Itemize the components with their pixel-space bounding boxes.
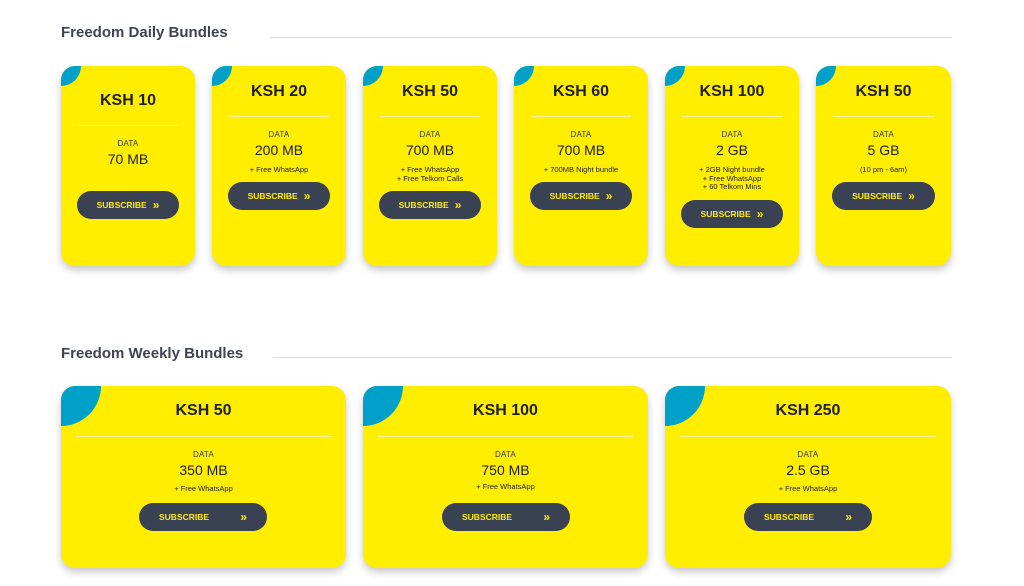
bundle-price: KSH 250 [775, 402, 841, 419]
double-chevron-right-icon: » [908, 189, 915, 203]
daily-section-divider [270, 37, 952, 38]
bundle-extra-item: + 700MB Night bundle [543, 165, 619, 174]
bundle-extras: + 2GB Night bundle + Free WhatsApp + 60 … [665, 165, 799, 192]
subscribe-button-label: SUBSCRIBE [549, 191, 600, 201]
bundle-extra-item: + Free Telkom Calls [396, 173, 464, 183]
bundle-extra-item: + Free WhatsApp [249, 165, 309, 174]
bundle-extras: + Free WhatsApp + Free Telkom Calls [363, 165, 497, 183]
subscribe-button[interactable]: SUBSCRIBE » [744, 503, 872, 531]
bundle-price: KSH 50 [855, 83, 912, 100]
subscribe-button[interactable]: SUBSCRIBE » [832, 182, 935, 210]
bundle-extras: + 700MB Night bundle [514, 165, 648, 175]
card-divider [380, 116, 480, 117]
card-divider [229, 116, 329, 117]
double-chevron-right-icon: » [543, 510, 550, 524]
double-chevron-right-icon: » [240, 510, 247, 524]
subscribe-button[interactable]: SUBSCRIBE » [681, 200, 783, 228]
double-chevron-right-icon: » [303, 189, 311, 203]
card-divider [680, 436, 936, 437]
data-label: DATA [419, 130, 441, 139]
data-label: DATA [117, 139, 139, 148]
data-label: DATA [873, 130, 894, 139]
double-chevron-right-icon: » [454, 198, 462, 212]
bundle-price: KSH 50 [175, 402, 232, 419]
weekly-bundle-card: KSH 100 DATA 750 MB + Free WhatsApp SUBS… [363, 386, 648, 568]
weekly-bundle-card: KSH 50 DATA 350 MB + Free WhatsApp SUBSC… [61, 386, 346, 568]
subscribe-button-label: SUBSCRIBE [852, 191, 903, 201]
bundle-extra-item: + Free WhatsApp [476, 482, 535, 491]
bundle-extra-item: + Free WhatsApp [778, 484, 838, 493]
bundle-extras: (10 pm - 6am) [816, 165, 951, 175]
data-label: DATA [721, 130, 743, 139]
card-divider [78, 125, 178, 126]
bundle-extras: + Free WhatsApp [61, 484, 346, 494]
data-amount: 750 MB [481, 462, 530, 478]
double-chevron-right-icon: » [756, 207, 764, 221]
subscribe-button[interactable]: SUBSCRIBE » [77, 191, 179, 219]
data-amount: 700 MB [405, 142, 455, 158]
daily-bundle-card: KSH 60 DATA 700 MB + 700MB Night bundle … [514, 66, 648, 266]
daily-section-title: Freedom Daily Bundles [61, 24, 228, 41]
data-amount: 350 MB [179, 462, 228, 478]
subscribe-button-label: SUBSCRIBE [398, 200, 449, 210]
bundle-extras: + Free WhatsApp [665, 484, 951, 494]
subscribe-button-label: SUBSCRIBE [159, 512, 210, 522]
data-label: DATA [268, 130, 290, 139]
subscribe-button-label: SUBSCRIBE [700, 209, 751, 219]
daily-bundle-card: KSH 20 DATA 200 MB + Free WhatsApp SUBSC… [212, 66, 346, 266]
card-corner-accent [61, 66, 81, 86]
data-amount: 70 MB [107, 151, 149, 167]
card-divider [531, 116, 631, 117]
data-label: DATA [193, 450, 214, 459]
daily-bundle-card: KSH 100 DATA 2 GB + 2GB Night bundle + F… [665, 66, 799, 266]
subscribe-button[interactable]: SUBSCRIBE » [379, 191, 481, 219]
subscribe-button-label: SUBSCRIBE [247, 191, 298, 201]
bundle-extras: + Free WhatsApp [212, 165, 346, 175]
bundle-price: KSH 10 [99, 92, 157, 109]
data-label: DATA [797, 450, 819, 459]
daily-bundle-card: KSH 10 DATA 70 MB SUBSCRIBE » [61, 66, 195, 266]
subscribe-button-label: SUBSCRIBE [462, 512, 513, 522]
daily-section-header: Freedom Daily Bundles [61, 24, 228, 41]
subscribe-button-label: SUBSCRIBE [96, 200, 147, 210]
bundle-price: KSH 20 [250, 83, 308, 100]
double-chevron-right-icon: » [845, 510, 852, 524]
bundle-extra-item: + Free WhatsApp [174, 484, 233, 493]
weekly-bundle-card: KSH 250 DATA 2.5 GB + Free WhatsApp SUBS… [665, 386, 951, 568]
daily-bundle-card: KSH 50 DATA 700 MB + Free WhatsApp + Fre… [363, 66, 497, 266]
weekly-section-divider [273, 357, 952, 358]
bundle-price: KSH 100 [473, 402, 538, 419]
bundle-price: KSH 100 [699, 83, 765, 100]
subscribe-button[interactable]: SUBSCRIBE » [228, 182, 330, 210]
daily-bundle-card: KSH 50 DATA 5 GB (10 pm - 6am) SUBSCRIBE… [816, 66, 951, 266]
data-amount: 2.5 GB [786, 462, 830, 478]
data-amount: 2 GB [716, 142, 748, 158]
bundle-extras: + Free WhatsApp [363, 482, 648, 492]
data-label: DATA [570, 130, 592, 139]
bundle-extra-item: + 60 Telkom Mins [702, 182, 762, 191]
subscribe-button-label: SUBSCRIBE [764, 512, 815, 522]
data-amount: 700 MB [556, 142, 606, 158]
data-amount: 200 MB [254, 142, 304, 158]
double-chevron-right-icon: » [152, 198, 160, 212]
card-divider [682, 116, 782, 117]
subscribe-button[interactable]: SUBSCRIBE » [442, 503, 570, 531]
card-divider [833, 116, 934, 117]
data-amount: 5 GB [867, 142, 900, 158]
data-label: DATA [495, 450, 516, 459]
card-divider [76, 436, 331, 437]
double-chevron-right-icon: » [605, 189, 613, 203]
bundle-extra-item: (10 pm - 6am) [859, 165, 908, 174]
bundle-price: KSH 50 [401, 83, 459, 100]
card-divider [378, 436, 633, 437]
subscribe-button[interactable]: SUBSCRIBE » [530, 182, 632, 210]
weekly-section-header: Freedom Weekly Bundles [61, 345, 243, 362]
subscribe-button[interactable]: SUBSCRIBE » [139, 503, 267, 531]
weekly-section-title: Freedom Weekly Bundles [61, 345, 244, 362]
bundle-price: KSH 60 [552, 83, 610, 100]
